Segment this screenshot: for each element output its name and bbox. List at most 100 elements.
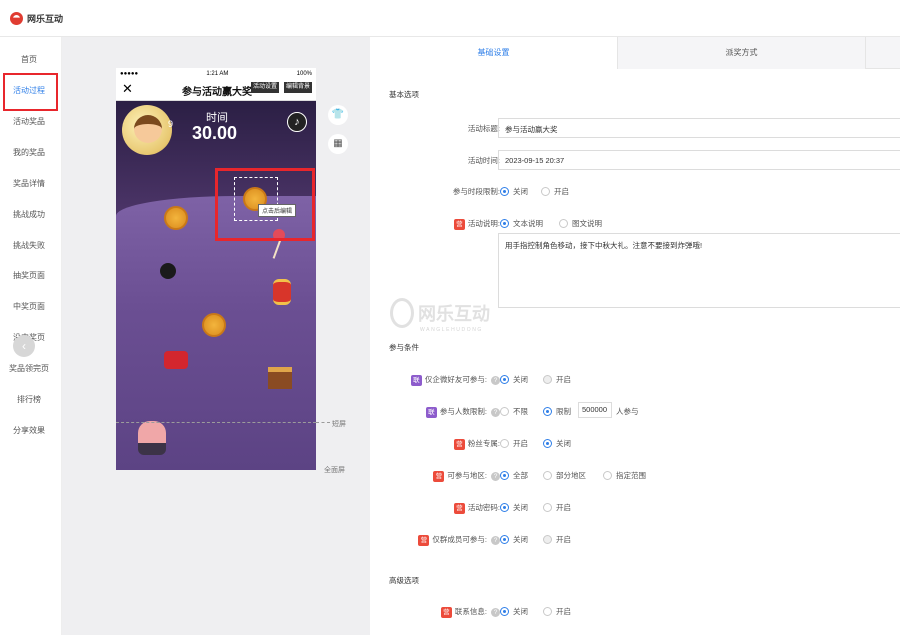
row-activity-description: 营活动说明: 文本说明 图文说明: [370, 215, 900, 231]
row-activity-title: 活动标题: 参与活动赢大奖: [370, 118, 900, 138]
activity-settings-button[interactable]: 活动设置: [251, 82, 280, 93]
time-value: 30.00: [192, 123, 238, 143]
radio-icon[interactable]: [543, 375, 552, 384]
sidebar-item-challenge-success[interactable]: 挑战成功: [0, 209, 58, 220]
grid-icon[interactable]: ▦: [328, 134, 348, 154]
fans-only-label: 营粉丝专属:: [453, 438, 500, 450]
radio-icon[interactable]: [500, 471, 509, 480]
tab-prize-distribution[interactable]: 派奖方式: [618, 37, 866, 69]
participant-count-input[interactable]: 500000: [578, 402, 612, 418]
lives-count: 9: [168, 119, 174, 129]
mooncake-icon: [164, 206, 188, 230]
radio-icon[interactable]: [543, 439, 552, 448]
contact-info-off-option[interactable]: 关闭: [500, 606, 528, 617]
radio-icon[interactable]: [500, 375, 509, 384]
radio-icon[interactable]: [500, 535, 509, 544]
participant-limited-option[interactable]: 限制: [543, 406, 571, 417]
text-description-option[interactable]: 文本说明: [500, 218, 543, 229]
password-off-option[interactable]: 关闭: [500, 502, 528, 513]
radio-icon[interactable]: [543, 535, 552, 544]
radio-icon[interactable]: [603, 471, 612, 480]
signal-icon: ●●●●●: [120, 70, 139, 77]
participant-limit-label: 联参与人数限制:?: [425, 406, 500, 418]
option-label: 全部: [513, 471, 528, 480]
period-limit-on-option[interactable]: 开启: [541, 186, 569, 197]
short-screen-label: 短屏: [332, 421, 346, 428]
radio-icon[interactable]: [559, 219, 568, 228]
fans-only-off-option[interactable]: 关闭: [543, 438, 571, 449]
help-icon[interactable]: ?: [491, 407, 500, 417]
radio-icon[interactable]: [500, 187, 509, 196]
option-label: 部分地区: [556, 471, 586, 480]
close-icon[interactable]: ✕: [122, 81, 133, 97]
fans-only-label-text: 粉丝专属:: [467, 439, 500, 448]
period-limit-off-option[interactable]: 关闭: [500, 186, 528, 197]
option-label: 关闭: [513, 187, 528, 196]
contact-info-on-option[interactable]: 开启: [543, 606, 571, 617]
help-icon[interactable]: ?: [491, 375, 500, 385]
radio-icon[interactable]: [500, 439, 509, 448]
region-label: 营可参与地区:?: [433, 470, 500, 482]
radio-icon[interactable]: [543, 407, 552, 416]
contact-info-label-text: 联系信息:: [454, 607, 487, 616]
music-note-icon[interactable]: ♪: [287, 112, 307, 132]
activity-title-label: 活动标题:: [467, 124, 500, 133]
sidebar-item-home[interactable]: 首页: [0, 54, 58, 65]
section-participation-conditions: 参与条件: [389, 343, 419, 352]
pig-character-icon[interactable]: [138, 421, 166, 455]
rich-description-option[interactable]: 图文说明: [559, 218, 602, 229]
region-partial-option[interactable]: 部分地区: [543, 470, 586, 481]
radio-icon[interactable]: [541, 187, 550, 196]
region-range-option[interactable]: 指定范围: [603, 470, 646, 481]
activity-time-label: 活动时间:: [467, 156, 500, 165]
option-label: 关闭: [513, 535, 528, 544]
radio-icon[interactable]: [543, 471, 552, 480]
wechat-friend-on-option[interactable]: 开启: [543, 374, 571, 385]
sidebar-item-prizes-gone[interactable]: 奖品领完页: [0, 363, 58, 374]
activity-time-input[interactable]: 2023-09-15 20:37: [498, 150, 900, 170]
tab-basic-settings[interactable]: 基础设置: [370, 37, 618, 69]
radio-icon[interactable]: [500, 407, 509, 416]
help-icon[interactable]: ?: [491, 535, 500, 545]
wechat-friend-off-option[interactable]: 关闭: [500, 374, 528, 385]
activity-description-textarea[interactable]: 用手指控制角色移动，接下中秋大礼。注意不要接到炸弹哦!: [498, 233, 900, 308]
region-all-option[interactable]: 全部: [500, 470, 528, 481]
shirt-icon[interactable]: 👕: [328, 105, 348, 125]
sidebar-item-leaderboard[interactable]: 排行榜: [0, 394, 58, 405]
help-icon[interactable]: ?: [491, 471, 500, 481]
sidebar-item-prize-detail[interactable]: 奖品详情: [0, 178, 58, 189]
option-label: 开启: [556, 607, 571, 616]
radio-icon[interactable]: [500, 503, 509, 512]
sidebar-item-win-page[interactable]: 中奖页面: [0, 301, 58, 312]
sidebar-item-lottery-page[interactable]: 抽奖页面: [0, 270, 58, 281]
group-members-on-option[interactable]: 开启: [543, 534, 571, 545]
row-activity-time: 活动时间: 2023-09-15 20:37: [370, 150, 900, 170]
short-screen-guide-extension: [316, 422, 330, 423]
full-screen-label: 全面屏: [324, 467, 345, 474]
password-on-option[interactable]: 开启: [543, 502, 571, 513]
radio-icon[interactable]: [543, 607, 552, 616]
active-item-highlight: [3, 73, 58, 111]
phone-page-title: 参与活动赢大奖: [182, 87, 252, 98]
watermark-subtext: WANGLEHUDONG: [420, 327, 483, 333]
sidebar-item-activity-prizes[interactable]: 活动奖品: [0, 116, 58, 127]
radio-icon[interactable]: [500, 607, 509, 616]
help-icon[interactable]: ?: [491, 607, 500, 617]
activity-password-label-text: 活动密码:: [467, 503, 500, 512]
radio-icon[interactable]: [543, 503, 552, 512]
row-participant-limit: 联参与人数限制:? 不限 限制 500000 人参与: [370, 402, 900, 419]
brand-logo[interactable]: 网乐互动: [10, 11, 63, 25]
edit-background-button[interactable]: 编辑背景: [284, 82, 313, 93]
option-label: 关闭: [513, 503, 528, 512]
sidebar-item-challenge-fail[interactable]: 挑战失败: [0, 240, 58, 251]
participant-suffix: 人参与: [616, 407, 639, 416]
participant-unlimited-option[interactable]: 不限: [500, 406, 528, 417]
radio-icon[interactable]: [500, 219, 509, 228]
activity-title-input[interactable]: 参与活动赢大奖: [498, 118, 900, 138]
sidebar-item-share-effect[interactable]: 分享效果: [0, 425, 58, 436]
game-scene[interactable]: 9 时间 30.00 ♪: [116, 101, 316, 470]
back-arrow-icon[interactable]: ‹: [13, 335, 35, 357]
sidebar-item-my-prizes[interactable]: 我的奖品: [0, 147, 58, 158]
fans-only-on-option[interactable]: 开启: [500, 438, 528, 449]
group-members-off-option[interactable]: 关闭: [500, 534, 528, 545]
